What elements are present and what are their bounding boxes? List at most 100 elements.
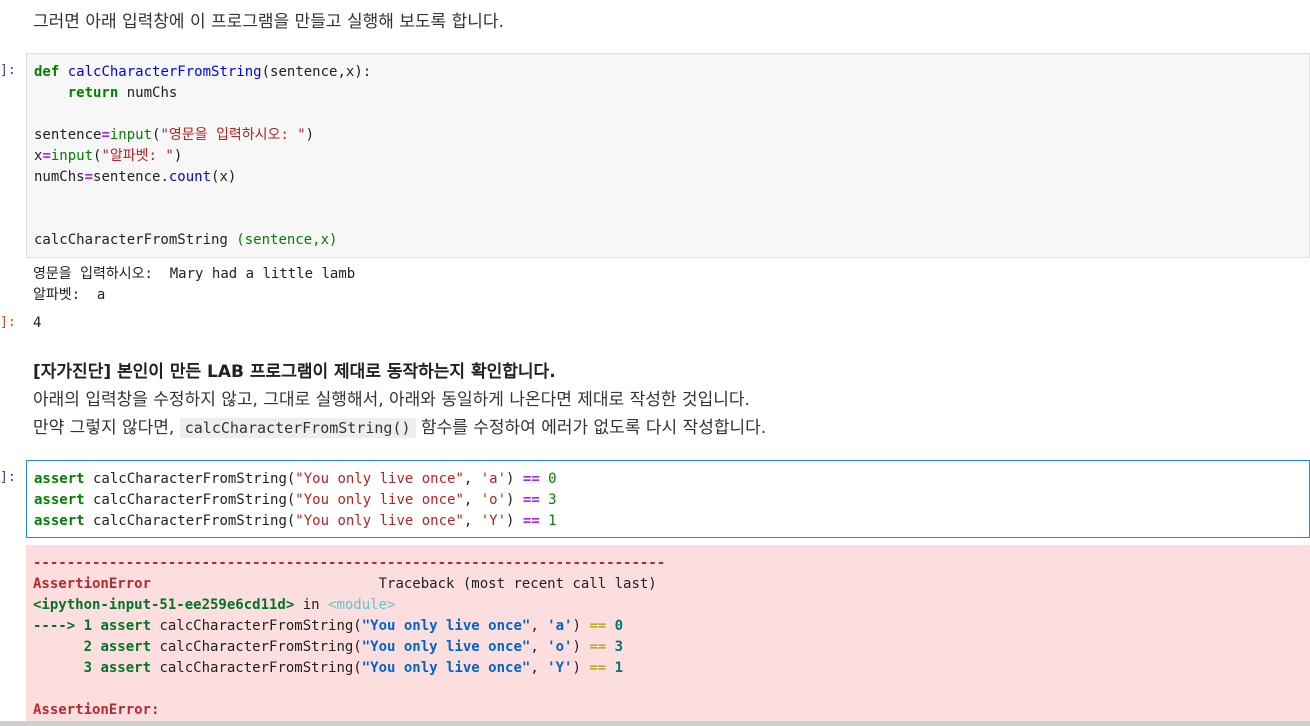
frame-line-number: 3 bbox=[83, 660, 101, 676]
traceback-frame-3: 3 assert calcCharacterFromString("You on… bbox=[33, 658, 623, 679]
code-line-1: def calcCharacterFromString(sentence,x): bbox=[34, 62, 371, 83]
operator: == bbox=[522, 492, 540, 508]
frame-call: calcCharacterFromString( bbox=[151, 660, 362, 676]
keyword-assert: assert bbox=[34, 492, 85, 508]
frame-paren: ) bbox=[572, 660, 590, 676]
object-ref: sentence. bbox=[93, 169, 169, 185]
operator: == bbox=[522, 471, 540, 487]
return-value: numChs bbox=[126, 85, 178, 101]
frame-call: calcCharacterFromString( bbox=[151, 618, 362, 634]
assert-call: calcCharacterFromString( bbox=[84, 492, 296, 508]
assert-line-1: assert calcCharacterFromString("You only… bbox=[34, 469, 557, 490]
char-literal: 'o' bbox=[480, 492, 507, 508]
frame-char: 'a' bbox=[547, 618, 573, 634]
error-in-word: in bbox=[294, 597, 329, 613]
code-line-6: numChs=sentence.count(x) bbox=[34, 167, 236, 188]
operator: = bbox=[84, 169, 94, 185]
keyword-assert: assert bbox=[34, 471, 85, 487]
builtin-input: input bbox=[50, 148, 94, 164]
frame-arrow bbox=[33, 660, 84, 676]
paren: ) bbox=[506, 492, 523, 508]
assert-line-3: assert calcCharacterFromString("You only… bbox=[34, 511, 557, 532]
cell-2-input-prompt: ]: bbox=[0, 470, 16, 485]
keyword-assert: assert bbox=[34, 513, 85, 529]
inline-code-function: calcCharacterFromString() bbox=[179, 418, 416, 438]
frame-string: "You only live once" bbox=[361, 639, 531, 655]
function-args: (sentence,x): bbox=[261, 64, 372, 80]
operator: = bbox=[42, 148, 51, 164]
frame-comma: , bbox=[530, 639, 548, 655]
code-cell-2-editor[interactable]: assert calcCharacterFromString("You only… bbox=[26, 460, 1310, 538]
selfcheck-title: [자가진단] 본인이 만든 LAB 프로그램이 제대로 동작하는지 확인합니다. bbox=[33, 362, 556, 382]
frame-value: 1 bbox=[606, 660, 624, 676]
comma: , bbox=[463, 471, 481, 487]
traceback-frame-1: ----> 1 assert calcCharacterFromString("… bbox=[33, 616, 623, 637]
error-final: AssertionError: bbox=[33, 702, 160, 718]
number-literal: 0 bbox=[539, 471, 557, 487]
char-literal: 'Y' bbox=[480, 513, 507, 529]
frame-call: calcCharacterFromString( bbox=[151, 639, 362, 655]
traceback-label: Traceback (most recent call last) bbox=[151, 576, 657, 592]
assert-call: calcCharacterFromString( bbox=[84, 513, 296, 529]
frame-operator: == bbox=[589, 618, 607, 634]
frame-value: 3 bbox=[606, 639, 624, 655]
comma: , bbox=[463, 492, 481, 508]
string-literal: "영문을 입력하시오: " bbox=[160, 127, 306, 143]
code-line-9: calcCharacterFromString (sentence,x) bbox=[34, 230, 337, 251]
var-numchs: numChs bbox=[34, 169, 85, 185]
frame-keyword: assert bbox=[100, 618, 152, 634]
frame-value: 0 bbox=[606, 618, 624, 634]
stdout-line-2: 알파벳: a bbox=[33, 287, 106, 303]
traceback-frame-2: 2 assert calcCharacterFromString("You on… bbox=[33, 637, 623, 658]
function-call: calcCharacterFromString bbox=[34, 232, 237, 248]
frame-paren: ) bbox=[572, 639, 590, 655]
frame-string: "You only live once" bbox=[361, 660, 531, 676]
number-literal: 3 bbox=[539, 492, 557, 508]
comma: , bbox=[463, 513, 481, 529]
error-separator: ----------------------------------------… bbox=[33, 555, 666, 571]
string-literal: "알파벳: " bbox=[101, 148, 174, 164]
frame-line-number: 2 bbox=[83, 639, 101, 655]
error-input-ref: <ipython-input-51-ee259e6cd11d> bbox=[33, 597, 295, 613]
horizontal-scrollbar[interactable] bbox=[0, 721, 1310, 726]
frame-comma: , bbox=[530, 660, 548, 676]
error-location: <ipython-input-51-ee259e6cd11d> in <modu… bbox=[33, 595, 395, 616]
operator: == bbox=[522, 513, 540, 529]
frame-comma: , bbox=[530, 618, 548, 634]
error-output: ----------------------------------------… bbox=[26, 545, 1310, 726]
frame-arrow: ----> bbox=[33, 618, 84, 634]
var-sentence: sentence bbox=[34, 127, 102, 143]
selfcheck-line-2: 만약 그렇지 않다면, calcCharacterFromString() 함수… bbox=[33, 413, 766, 438]
builtin-input: input bbox=[109, 127, 153, 143]
frame-char: 'Y' bbox=[547, 660, 573, 676]
code-cell-1-editor[interactable]: def calcCharacterFromString(sentence,x):… bbox=[26, 53, 1310, 258]
cell-1-result: 4 bbox=[33, 315, 42, 331]
string-literal: "You only live once" bbox=[295, 492, 464, 508]
operator: = bbox=[101, 127, 110, 143]
function-name: calcCharacterFromString bbox=[67, 64, 262, 80]
paren: ) bbox=[173, 148, 183, 164]
string-literal: "You only live once" bbox=[295, 513, 464, 529]
paren: ) bbox=[506, 513, 523, 529]
keyword-def: def bbox=[34, 64, 60, 80]
frame-paren: ) bbox=[572, 618, 590, 634]
string-literal: "You only live once" bbox=[295, 471, 464, 487]
number-literal: 1 bbox=[539, 513, 557, 529]
assert-call: calcCharacterFromString( bbox=[84, 471, 296, 487]
frame-char: 'o' bbox=[547, 639, 573, 655]
cell-1-output-prompt: ]: bbox=[0, 315, 16, 330]
call-args: (sentence,x) bbox=[236, 232, 338, 248]
frame-string: "You only live once" bbox=[361, 618, 531, 634]
paren: ) bbox=[305, 127, 315, 143]
frame-line-number: 1 bbox=[83, 618, 101, 634]
cell-1-input-prompt: ]: bbox=[0, 63, 16, 78]
selfcheck-line-2-pre: 만약 그렇지 않다면, bbox=[33, 418, 180, 438]
frame-keyword: assert bbox=[100, 639, 152, 655]
error-module: <module> bbox=[328, 597, 396, 613]
keyword-return: return bbox=[67, 85, 119, 101]
frame-keyword: assert bbox=[100, 660, 152, 676]
selfcheck-line-1: 아래의 입력창을 수정하지 않고, 그대로 실행해서, 아래와 동일하게 나온다… bbox=[33, 390, 750, 410]
assert-line-2: assert calcCharacterFromString("You only… bbox=[34, 490, 557, 511]
char-literal: 'a' bbox=[480, 471, 507, 487]
frame-arrow bbox=[33, 639, 84, 655]
